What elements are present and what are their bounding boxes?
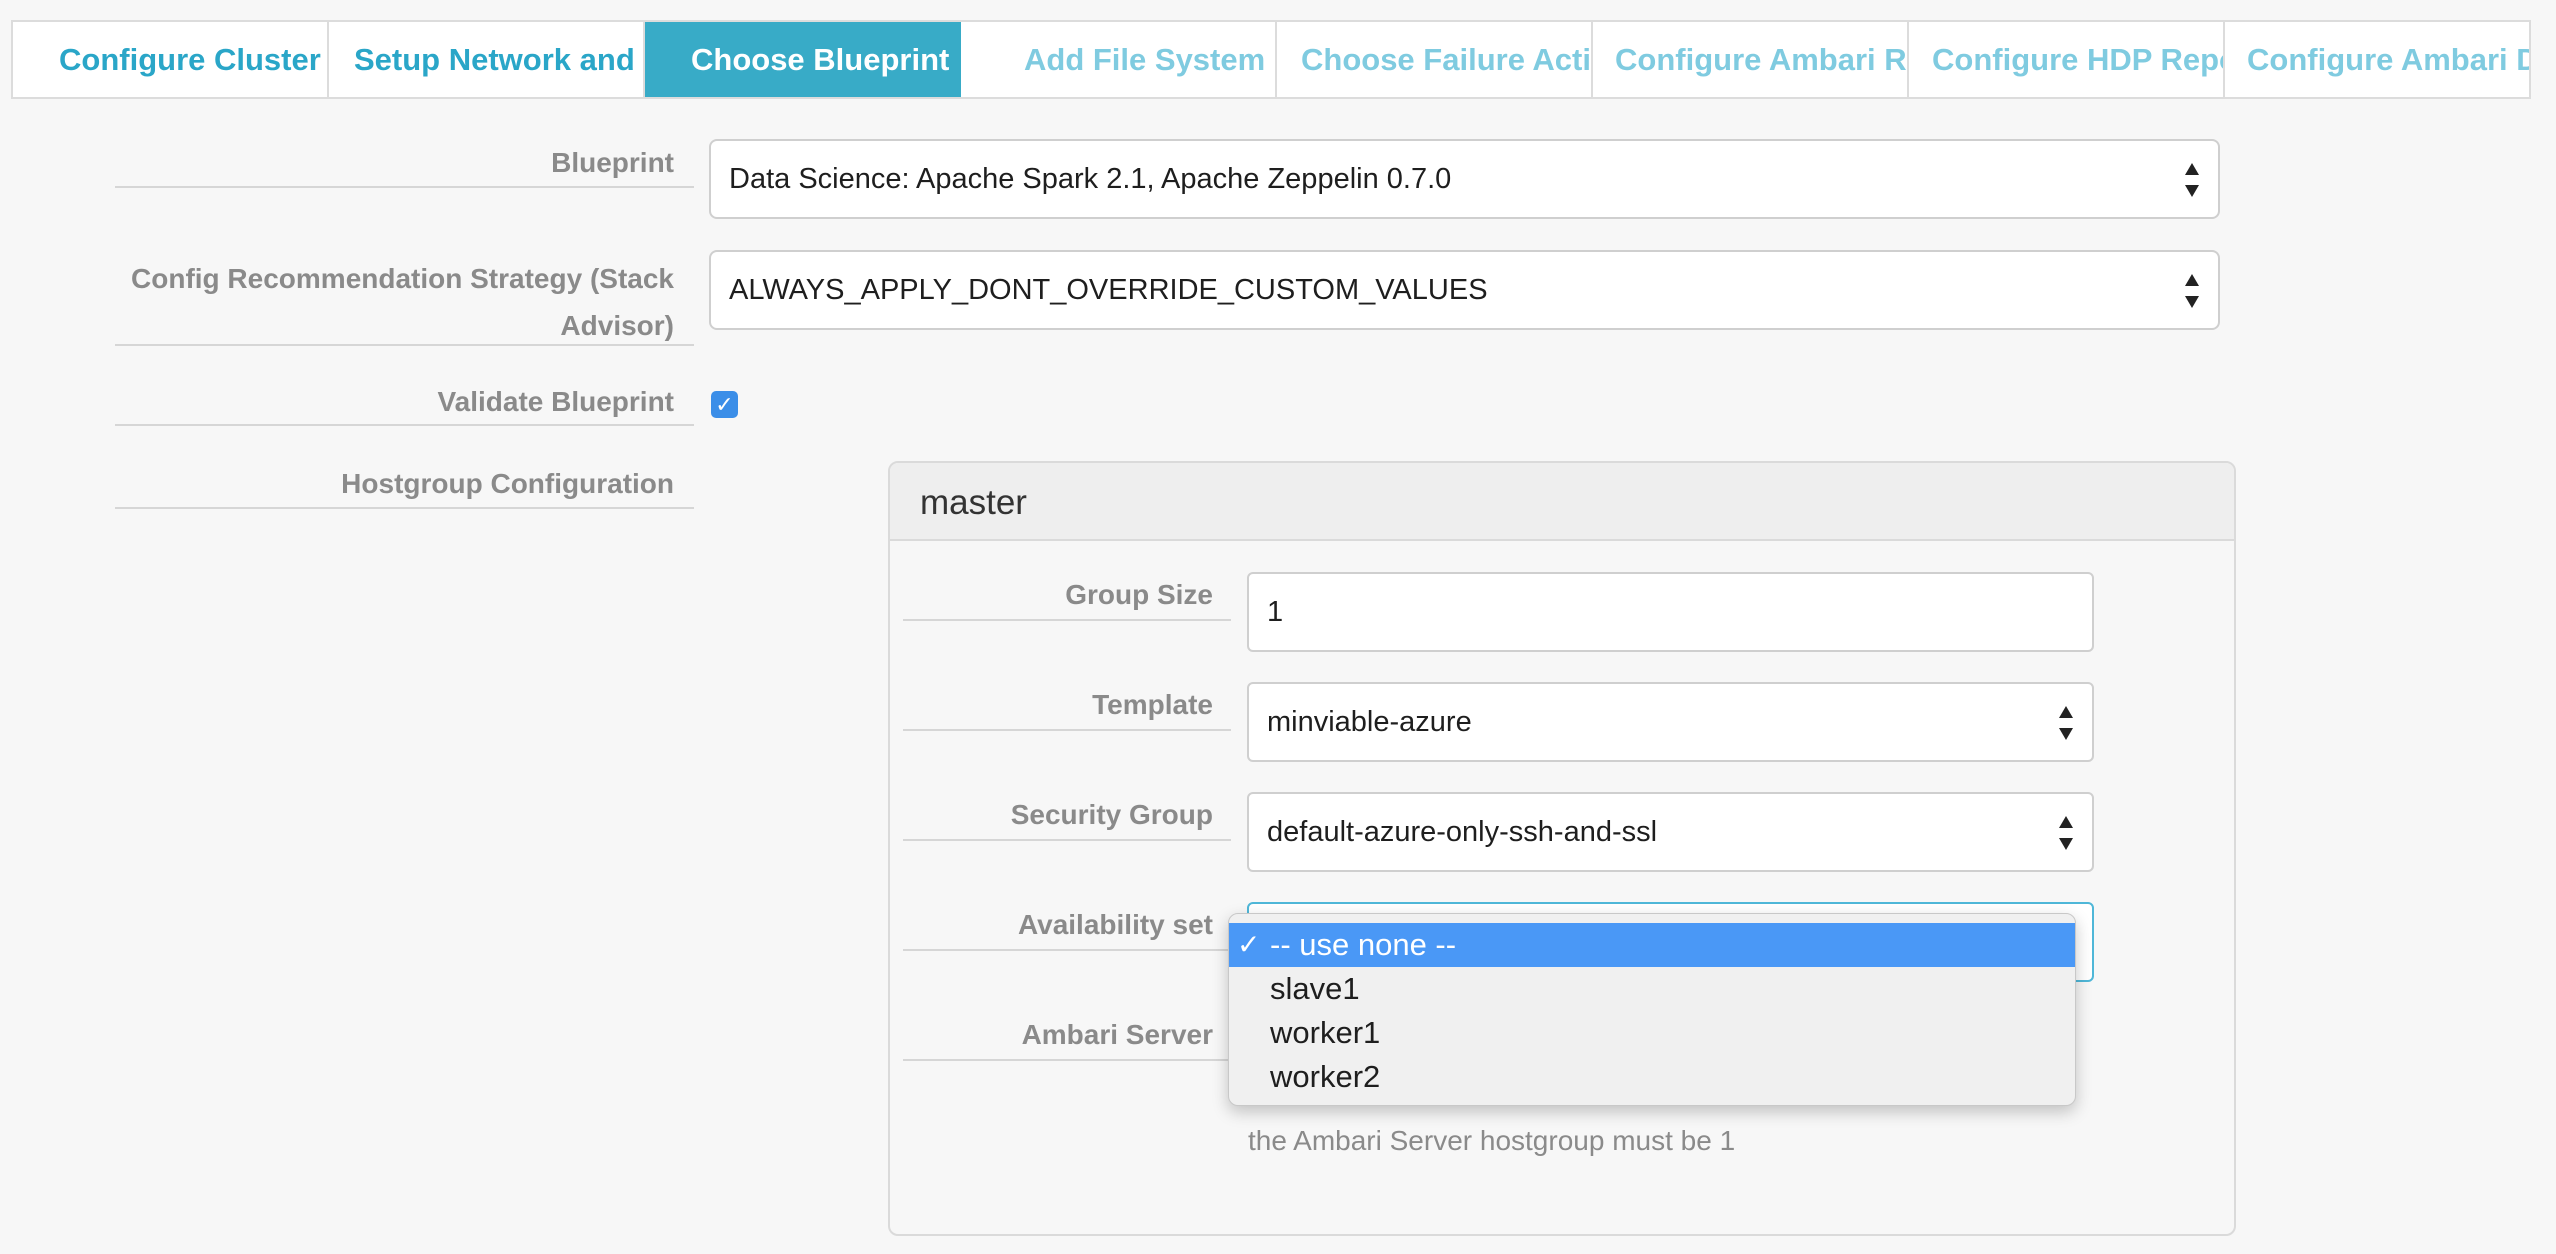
- validate-divider: [115, 424, 694, 426]
- strategy-label-line1: Config Recommendation Strategy (Stack: [131, 263, 674, 294]
- dropdown-option-label: -- use none --: [1270, 927, 1457, 962]
- hostgroup-title: master: [890, 463, 2234, 541]
- validate-checkbox[interactable]: ✓: [711, 391, 738, 418]
- security-group-value: default-azure-only-ssh-and-ssl: [1267, 816, 1658, 848]
- checkmark-icon: ✓: [1237, 929, 1261, 960]
- blueprint-select[interactable]: Data Science: Apache Spark 2.1, Apache Z…: [709, 139, 2220, 219]
- template-label: Template: [1092, 689, 1213, 720]
- dropdown-option[interactable]: ✓ -- use none --: [1229, 923, 2075, 967]
- hostgroup-label: Hostgroup Configuration: [341, 468, 674, 499]
- select-arrows-icon: [2058, 706, 2074, 740]
- tab-setup-network[interactable]: Setup Network and Security: [329, 22, 645, 97]
- dropdown-option[interactable]: worker2: [1229, 1055, 2075, 1099]
- security-group-select[interactable]: default-azure-only-ssh-and-ssl: [1247, 792, 2094, 872]
- group-size-input[interactable]: 1: [1247, 572, 2094, 652]
- blueprint-label: Blueprint: [551, 147, 674, 178]
- tab-configure-ambari-database[interactable]: Configure Ambari Database: [2225, 22, 2529, 97]
- dropdown-option[interactable]: worker1: [1229, 1011, 2075, 1055]
- tab-configure-ambari-repos[interactable]: Configure Ambari Repos: [1593, 22, 1909, 97]
- strategy-value: ALWAYS_APPLY_DONT_OVERRIDE_CUSTOM_VALUES: [729, 274, 1488, 306]
- template-select[interactable]: minviable-azure: [1247, 682, 2094, 762]
- group-size-divider: [903, 619, 1231, 621]
- template-value: minviable-azure: [1267, 706, 1472, 738]
- tab-configure-hdp-repository[interactable]: Configure HDP Repository: [1909, 22, 2225, 97]
- blueprint-divider: [115, 186, 694, 188]
- wizard-tabs: Configure Cluster Setup Network and Secu…: [11, 20, 2531, 99]
- select-arrows-icon: [2184, 274, 2200, 308]
- group-size-label: Group Size: [1065, 579, 1213, 610]
- template-divider: [903, 729, 1231, 731]
- ambari-server-label: Ambari Server: [1021, 1019, 1213, 1050]
- strategy-label-line2: Advisor): [560, 310, 674, 341]
- select-arrows-icon: [2184, 163, 2200, 197]
- availability-set-label: Availability set: [1017, 909, 1213, 940]
- strategy-select[interactable]: ALWAYS_APPLY_DONT_OVERRIDE_CUSTOM_VALUES: [709, 250, 2220, 330]
- dropdown-option-label: worker2: [1270, 1059, 1381, 1094]
- strategy-label: Config Recommendation Strategy (Stack Ad…: [131, 255, 674, 349]
- dropdown-option-label: worker1: [1270, 1015, 1381, 1050]
- checkmark-icon: ✓: [715, 392, 734, 417]
- dropdown-option-label: slave1: [1270, 971, 1360, 1006]
- validate-label: Validate Blueprint: [437, 386, 675, 417]
- ambari-server-help-text: the Ambari Server hostgroup must be 1: [1248, 1125, 1736, 1156]
- tab-add-file-system[interactable]: Add File System: [961, 22, 1277, 97]
- availability-set-divider: [903, 949, 1231, 951]
- availability-set-dropdown: ✓ -- use none -- slave1 worker1 worker2: [1228, 913, 2076, 1106]
- select-arrows-icon: [2058, 816, 2074, 850]
- hostgroup-divider: [115, 507, 694, 509]
- dropdown-option[interactable]: slave1: [1229, 967, 2075, 1011]
- security-group-divider: [903, 839, 1231, 841]
- blueprint-value: Data Science: Apache Spark 2.1, Apache Z…: [729, 163, 1452, 195]
- tab-configure-cluster[interactable]: Configure Cluster: [13, 22, 329, 97]
- tab-choose-blueprint[interactable]: Choose Blueprint: [645, 22, 961, 97]
- strategy-divider: [115, 344, 694, 346]
- security-group-label: Security Group: [1010, 799, 1213, 830]
- ambari-server-divider: [903, 1059, 1231, 1061]
- group-size-value: 1: [1267, 596, 1284, 628]
- tab-choose-failure-action[interactable]: Choose Failure Action: [1277, 22, 1593, 97]
